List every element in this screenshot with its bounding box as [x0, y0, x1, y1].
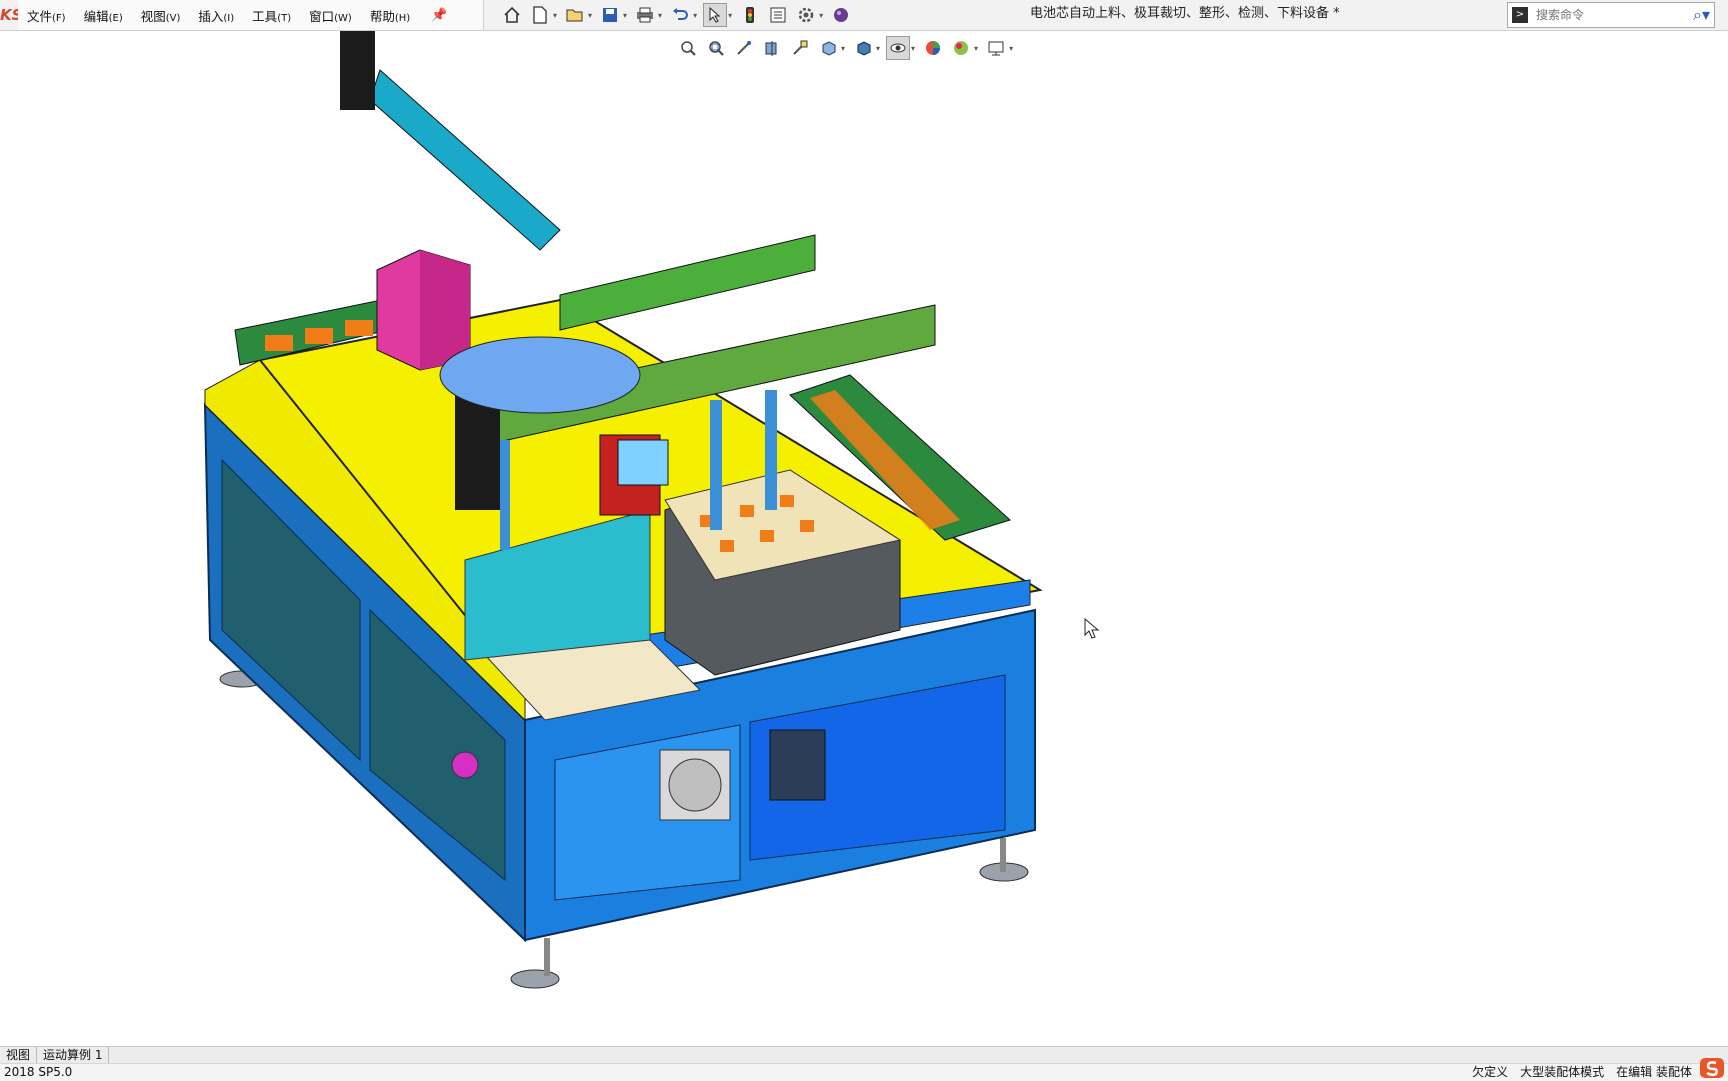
app-logo: KS	[0, 6, 18, 24]
section-view-icon[interactable]	[760, 36, 784, 60]
tab-model-view[interactable]: 视图	[0, 1047, 38, 1063]
hide-show-items-icon[interactable]	[886, 36, 911, 60]
chevron-down-icon[interactable]: ▾	[1009, 44, 1013, 53]
chevron-down-icon[interactable]: ▾	[876, 44, 880, 53]
title-bar: KS 文件(F) 编辑(E) 视图(V) 插入(I) 工具(T) 窗口(W) 帮…	[0, 0, 1728, 31]
menu-window[interactable]: 窗口(W)	[300, 6, 361, 25]
chevron-down-icon[interactable]: ▾	[553, 11, 557, 20]
tab-motion-study-1[interactable]: 运动算例 1	[37, 1047, 110, 1063]
open-folder-icon[interactable]	[563, 3, 587, 27]
zoom-area-icon[interactable]	[704, 36, 728, 60]
chevron-down-icon[interactable]: ▾	[911, 44, 915, 53]
status-definition: 欠定义	[1472, 1065, 1509, 1079]
home-icon[interactable]	[500, 3, 524, 27]
battery-machine-assembly-model	[203, 30, 1043, 989]
command-search[interactable]: > ⌕▾	[1507, 2, 1715, 28]
dynamic-annotation-icon[interactable]	[788, 36, 812, 60]
menu-file[interactable]: 文件(F)	[18, 6, 75, 25]
menu-tools[interactable]: 工具(T)	[243, 6, 300, 25]
chevron-down-icon[interactable]: ▾	[974, 44, 978, 53]
sogou-ime-icon[interactable]	[1698, 1056, 1726, 1080]
status-large-assembly-mode[interactable]: 大型装配体模式	[1520, 1064, 1604, 1081]
bottom-tab-bar: 视图 运动算例 1	[0, 1046, 1728, 1063]
options-list-icon[interactable]	[766, 3, 790, 27]
menu-edit[interactable]: 编辑(E)	[75, 6, 132, 25]
display-style-icon[interactable]	[851, 36, 875, 60]
mouse-cursor-icon	[1084, 617, 1100, 644]
undo-icon[interactable]	[668, 3, 692, 27]
status-items: 欠定义 大型装配体模式 在编辑 装配体	[1472, 1064, 1692, 1081]
chevron-down-icon[interactable]: ▾	[841, 44, 845, 53]
command-prompt-icon: >	[1512, 7, 1528, 23]
chevron-down-icon[interactable]: ▾	[693, 11, 697, 20]
standard-toolbar: ▾ ▾ ▾ ▾ ▾ ▾ ▾	[500, 2, 853, 28]
view-orientation-icon[interactable]	[816, 36, 840, 60]
chevron-down-icon[interactable]: ▾	[819, 11, 823, 20]
view-settings-icon[interactable]	[984, 36, 1008, 60]
chevron-down-icon[interactable]: ▾	[623, 11, 627, 20]
status-bar: 2018 SP5.0 欠定义 大型装配体模式 在编辑 装配体	[0, 1058, 1728, 1081]
edit-appearance-icon[interactable]	[921, 36, 945, 60]
graphics-viewport[interactable]	[0, 30, 1728, 1046]
menu-bar: 文件(F) 编辑(E) 视图(V) 插入(I) 工具(T) 窗口(W) 帮助(H…	[18, 0, 484, 30]
settings-gear-icon[interactable]	[794, 3, 818, 27]
zoom-to-fit-icon[interactable]	[676, 36, 700, 60]
status-editing-assembly: 在编辑 装配体	[1616, 1065, 1692, 1079]
apply-scene-icon[interactable]	[949, 36, 973, 60]
new-document-icon[interactable]	[528, 3, 552, 27]
select-pointer-icon[interactable]	[703, 3, 728, 27]
chevron-down-icon[interactable]: ▾	[728, 11, 732, 20]
print-icon[interactable]	[633, 3, 657, 27]
search-input[interactable]	[1534, 7, 1678, 23]
previous-view-icon[interactable]	[732, 36, 756, 60]
chevron-down-icon[interactable]: ▾	[658, 11, 662, 20]
menu-view[interactable]: 视图(V)	[132, 6, 190, 25]
search-icon[interactable]: ⌕▾	[1693, 5, 1710, 25]
heads-up-view-toolbar: ▾ ▾ ▾ ▾ ▾	[676, 36, 1015, 60]
pin-icon[interactable]: 📌	[431, 8, 447, 23]
traffic-light-icon[interactable]	[738, 3, 762, 27]
document-title: 电池芯自动上料、极耳裁切、整形、检测、下料设备 *	[1030, 6, 1340, 21]
save-icon[interactable]	[598, 3, 622, 27]
appearance-sphere-icon[interactable]	[829, 3, 853, 27]
version-label: 2018 SP5.0	[4, 1065, 73, 1079]
menu-help[interactable]: 帮助(H)	[361, 6, 419, 25]
menu-insert[interactable]: 插入(I)	[189, 6, 243, 25]
chevron-down-icon[interactable]: ▾	[588, 11, 592, 20]
